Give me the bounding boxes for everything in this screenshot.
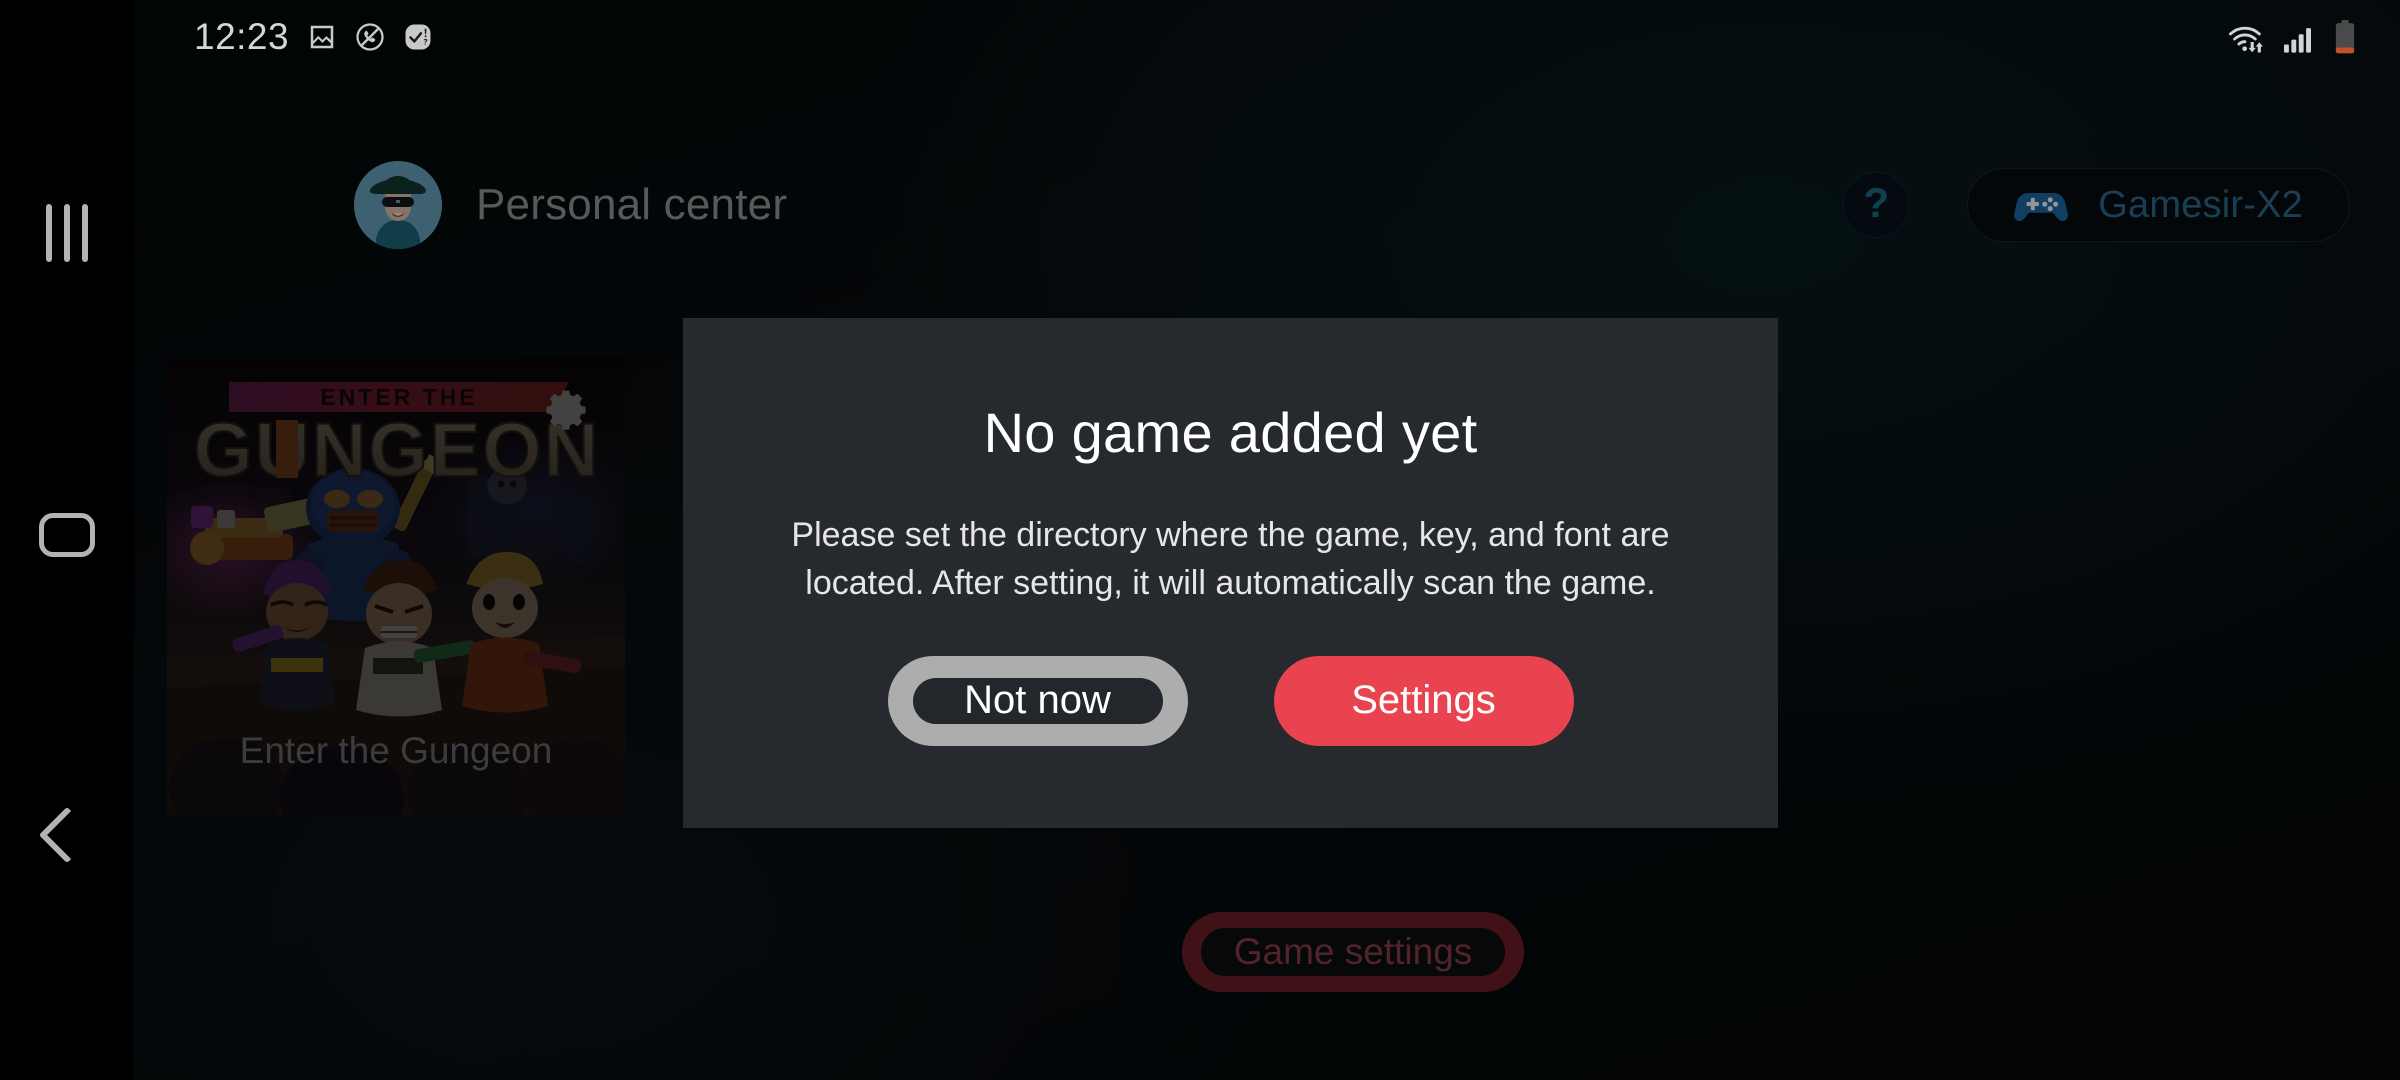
alert-check-icon — [405, 24, 431, 50]
settings-label: Settings — [1351, 678, 1496, 723]
settings-button[interactable]: Settings — [1273, 655, 1574, 746]
app-surface: 12:23 Personal center ? Gamesir-X2 ENTER… — [134, 0, 2400, 1080]
dialog-actions: Not now Settings — [887, 655, 1574, 746]
chevron-left-icon — [38, 806, 96, 864]
dialog-title: No game added yet — [983, 401, 1478, 464]
recents-icon — [46, 204, 88, 262]
status-bar-left: 12:23 — [194, 16, 433, 58]
status-bar-right — [2228, 20, 2356, 54]
screen-root: 12:23 Personal center ? Gamesir-X2 ENTER… — [0, 0, 2400, 1080]
recents-button[interactable] — [0, 178, 134, 288]
back-button[interactable] — [0, 780, 134, 890]
home-button[interactable] — [0, 480, 134, 590]
not-now-label: Not now — [964, 678, 1111, 723]
image-icon — [310, 25, 334, 49]
android-navigation-rail — [0, 0, 134, 1080]
status-bar: 12:23 — [134, 0, 2400, 74]
status-clock: 12:23 — [194, 16, 290, 57]
cellular-signal-icon — [2284, 28, 2311, 53]
battery-icon — [2335, 20, 2355, 54]
wifi-icon — [2229, 26, 2263, 53]
not-now-button-inner: Not now — [912, 677, 1163, 724]
dialog-message: Please set the directory where the game,… — [791, 516, 1670, 603]
no-game-dialog: No game added yet Please set the directo… — [683, 318, 1778, 828]
call-blocked-icon — [356, 23, 384, 51]
not-now-button[interactable]: Not now — [887, 655, 1188, 746]
home-icon — [39, 513, 95, 557]
